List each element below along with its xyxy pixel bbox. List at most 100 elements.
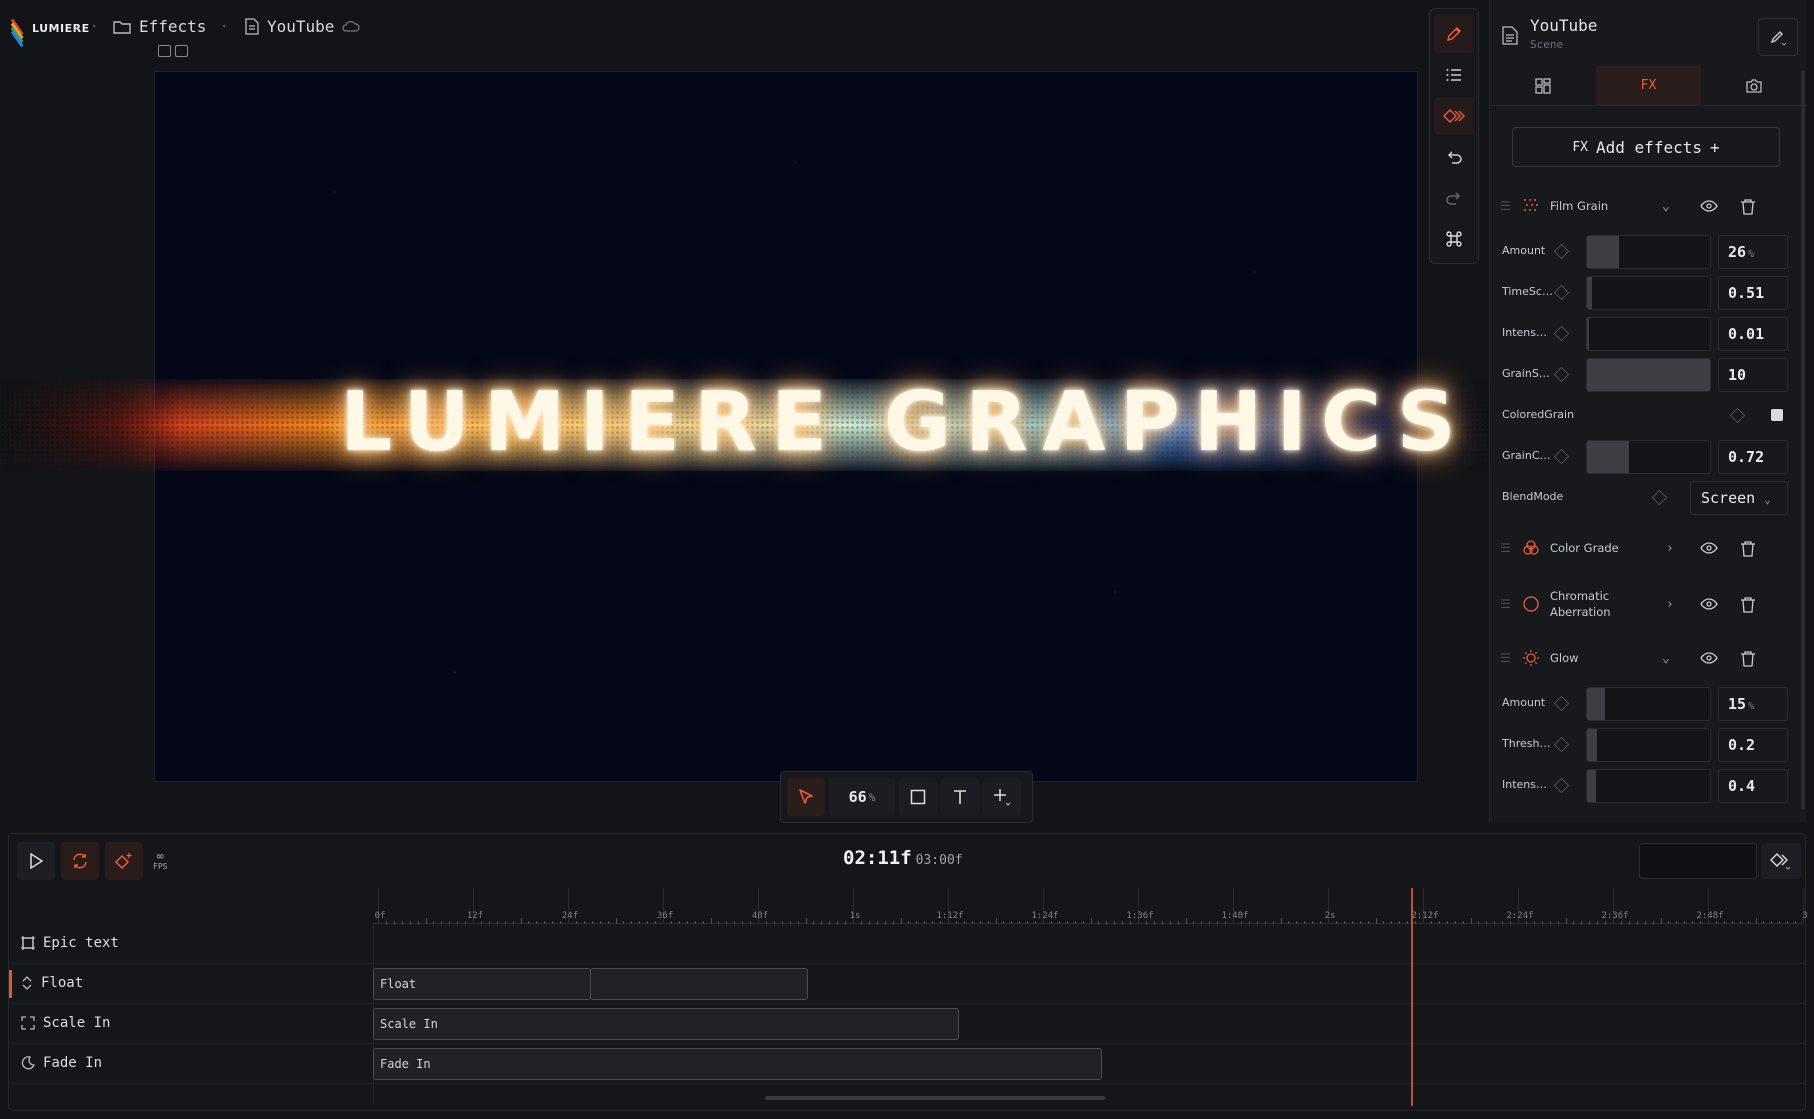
drag-handle-icon[interactable]: ☰ <box>1500 199 1511 213</box>
chevron-right-icon[interactable]: › <box>1666 541 1674 556</box>
param-slider[interactable] <box>1586 687 1711 721</box>
rectangle-tool-button[interactable] <box>899 778 937 816</box>
keyframe-toggle-icon[interactable] <box>1729 407 1746 424</box>
param-slider[interactable] <box>1586 235 1711 269</box>
effect-header-color-grade[interactable]: ☰ Color Grade › <box>1490 530 1807 566</box>
param-value[interactable]: 26% <box>1718 235 1788 269</box>
chevron-right-icon[interactable]: › <box>1666 597 1674 612</box>
drag-handle-icon[interactable]: ☰ <box>1500 651 1511 665</box>
select-tool-button[interactable] <box>787 778 825 816</box>
zoom-level[interactable]: 66% <box>829 778 895 816</box>
effect-header-glow[interactable]: ☰ Glow ⌄ <box>1490 640 1807 676</box>
keyframe-toggle-icon[interactable] <box>1651 489 1668 506</box>
timeline-search-field[interactable] <box>1639 843 1757 879</box>
param-value[interactable]: 0.51 <box>1718 276 1788 310</box>
record-keyframe-button[interactable] <box>105 842 143 880</box>
text-tool-button[interactable] <box>941 778 979 816</box>
param-value[interactable]: 0.2 <box>1718 728 1788 762</box>
keyframe-record-icon <box>114 853 132 870</box>
trash-icon[interactable] <box>1740 540 1756 557</box>
loop-button[interactable] <box>61 842 99 880</box>
image-preview-icon[interactable] <box>175 45 188 57</box>
breadcrumb-folder[interactable]: Effects <box>113 17 206 36</box>
trash-icon[interactable] <box>1740 198 1756 215</box>
param-value[interactable]: 15% <box>1718 687 1788 721</box>
fps-toggle[interactable]: ∞ FPS <box>153 850 167 871</box>
keyframe-toggle-icon[interactable] <box>1553 777 1570 794</box>
keyframe-toggle-icon[interactable] <box>1553 695 1570 712</box>
logo-mark-icon <box>10 18 26 48</box>
param-slider[interactable] <box>1586 769 1711 803</box>
preview-mode-toggles[interactable] <box>158 45 188 57</box>
keyframe-toggle-icon[interactable] <box>1553 736 1570 753</box>
canvas-headline-text[interactable]: LUMIERE GRAPHICS <box>340 373 1456 473</box>
track-epic-text[interactable]: Epic text <box>9 924 1805 964</box>
param-slider[interactable] <box>1586 728 1711 762</box>
chevron-down-icon[interactable]: ⌄ <box>1662 199 1670 214</box>
drag-handle-icon[interactable]: ☰ <box>1500 597 1511 611</box>
keyframe-toggle-icon[interactable] <box>1553 366 1570 383</box>
effect-header-film-grain[interactable]: ☰ Film Grain ⌄ <box>1490 188 1807 224</box>
loop-icon <box>73 853 87 869</box>
clip-scale-in[interactable]: Scale In <box>373 1008 959 1040</box>
param-value[interactable]: 0.4 <box>1718 769 1788 803</box>
play-button[interactable] <box>17 842 55 880</box>
keyframe-toggle-icon[interactable] <box>1553 448 1570 465</box>
track-float[interactable]: Float Float <box>9 964 1805 1004</box>
add-effects-button[interactable]: FX Add effects + <box>1512 127 1780 167</box>
command-icon <box>1446 231 1462 247</box>
param-slider[interactable] <box>1586 276 1711 310</box>
time-ruler[interactable]: 0f 12f 24f 36f 48f 1s 1:12f 1:24f 1:36f 1:48f 2s 2:… <box>373 888 1808 924</box>
panel-scrollbar[interactable] <box>1801 70 1805 810</box>
clip-fade-in[interactable]: Fade In <box>373 1048 1102 1080</box>
keyframe-toggle-icon[interactable] <box>1553 243 1570 260</box>
tab-layout[interactable] <box>1490 66 1596 105</box>
command-palette-button[interactable] <box>1434 220 1474 258</box>
breadcrumb-file[interactable]: YouTube <box>245 17 361 36</box>
track-scale-in[interactable]: Scale In Scale In <box>9 1004 1805 1044</box>
chevron-down-icon[interactable]: ⌄ <box>1662 651 1670 666</box>
param-value[interactable]: 0.72 <box>1718 440 1788 474</box>
logo-text: LUMIERE <box>32 21 90 35</box>
tab-camera[interactable] <box>1701 66 1807 105</box>
eye-icon[interactable] <box>1700 199 1718 213</box>
param-row-glow-intensity: Intens… 0.4 <box>1490 767 1807 805</box>
playhead[interactable] <box>1411 888 1413 1106</box>
app-logo[interactable]: LUMIERE <box>10 18 90 48</box>
video-preview-icon[interactable] <box>158 45 171 57</box>
blend-mode-select[interactable]: Screen ⌄ <box>1690 481 1788 515</box>
param-label: GrainS… <box>1502 367 1550 380</box>
timecode[interactable]: 02:11f 03:00f <box>843 847 963 869</box>
draw-tool-button[interactable] <box>1434 15 1474 53</box>
eye-icon[interactable] <box>1700 651 1718 665</box>
timeline-scrollbar[interactable] <box>765 1096 1105 1100</box>
edit-scene-button[interactable] <box>1758 18 1798 56</box>
layers-list-button[interactable] <box>1434 56 1474 94</box>
add-element-button[interactable] <box>983 778 1021 816</box>
trash-icon[interactable] <box>1740 596 1756 613</box>
keyframes-button[interactable] <box>1434 97 1474 135</box>
track-fade-in[interactable]: Fade In Fade In <box>9 1044 1805 1084</box>
param-slider[interactable] <box>1586 317 1711 351</box>
keyframe-toggle-icon[interactable] <box>1553 325 1570 342</box>
param-slider[interactable] <box>1586 440 1711 474</box>
timeline-keyframe-button[interactable] <box>1761 843 1801 879</box>
redo-button[interactable] <box>1434 179 1474 217</box>
trash-icon[interactable] <box>1740 650 1756 667</box>
param-slider[interactable] <box>1586 358 1711 392</box>
ruler-label: 0f <box>374 911 386 921</box>
tab-fx[interactable]: FX <box>1595 66 1702 105</box>
clip-float-continuation[interactable] <box>590 968 808 1000</box>
param-value[interactable]: 0.01 <box>1718 317 1788 351</box>
eye-icon[interactable] <box>1700 541 1718 555</box>
drag-handle-icon[interactable]: ☰ <box>1500 541 1511 555</box>
undo-button[interactable] <box>1434 138 1474 176</box>
eye-icon[interactable] <box>1700 597 1718 611</box>
param-value[interactable]: 10 <box>1718 358 1788 392</box>
effect-header-chromatic-aberration[interactable]: ☰ Chromatic Aberration › <box>1490 584 1807 624</box>
clip-float[interactable]: Float <box>373 968 591 1000</box>
keyframe-toggle-icon[interactable] <box>1553 284 1570 301</box>
document-icon <box>245 18 259 35</box>
cloud-sync-icon[interactable] <box>342 19 361 35</box>
colored-grain-checkbox[interactable] <box>1771 409 1783 421</box>
